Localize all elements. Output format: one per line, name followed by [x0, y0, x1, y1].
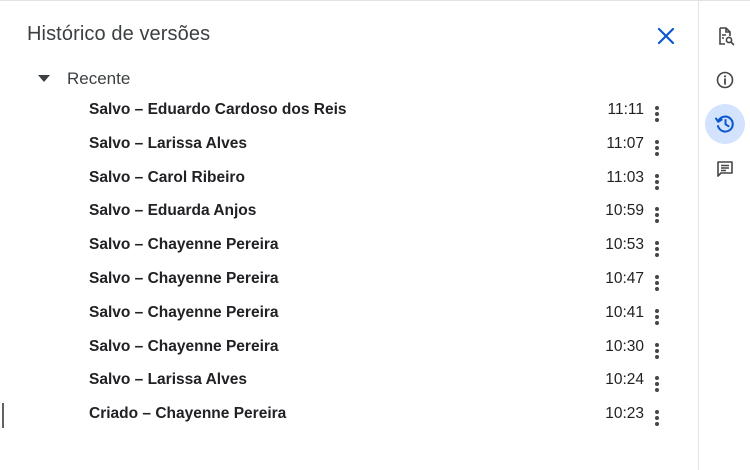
version-label: Salvo – Chayenne Pereira: [89, 269, 279, 287]
more-vert-icon[interactable]: [647, 171, 667, 193]
section-recent-toggle[interactable]: Recente: [35, 67, 130, 91]
more-vert-icon[interactable]: [647, 204, 667, 226]
document-search-icon: [719, 27, 735, 46]
version-label: Salvo – Larissa Alves: [89, 134, 247, 152]
more-vert-icon[interactable]: [647, 306, 667, 328]
right-sidebar: [698, 1, 750, 470]
version-label: Criado – Chayenne Pereira: [89, 405, 287, 423]
version-time: 11:11: [607, 101, 645, 118]
version-label: Salvo – Larissa Alves: [89, 371, 247, 389]
version-time: 10:59: [605, 202, 644, 220]
close-button[interactable]: [652, 22, 680, 50]
version-row[interactable]: Salvo – Chayenne Pereira 10:53: [0, 228, 698, 262]
version-row[interactable]: Salvo – Larissa Alves 11:07: [0, 127, 698, 161]
version-time: 10:30: [605, 337, 644, 355]
version-time: 11:07: [606, 134, 644, 152]
info-button[interactable]: [705, 60, 745, 100]
version-history-panel: Histórico de versões Recente Salvo – Edu…: [0, 1, 698, 470]
version-row[interactable]: Salvo – Chayenne Pereira 10:41: [0, 296, 698, 330]
version-label: Salvo – Carol Ribeiro: [89, 168, 245, 186]
version-label: Salvo – Chayenne Pereira: [89, 337, 279, 355]
version-history-button[interactable]: [705, 104, 745, 144]
version-time: 10:47: [605, 269, 644, 287]
version-row[interactable]: Criado – Chayenne Pereira 10:23: [0, 397, 698, 431]
version-label: Salvo – Chayenne Pereira: [89, 236, 279, 254]
version-row[interactable]: Salvo – Chayenne Pereira 10:30: [0, 330, 698, 364]
more-vert-icon[interactable]: [647, 340, 667, 362]
section-recent-label: Recente: [67, 69, 131, 88]
version-history-icon: [715, 115, 734, 133]
more-vert-icon[interactable]: [647, 407, 667, 429]
more-vert-icon[interactable]: [647, 373, 667, 395]
version-history-screen: Histórico de versões Recente Salvo – Edu…: [0, 0, 750, 470]
more-vert-icon[interactable]: [647, 272, 667, 294]
comments-button[interactable]: [705, 149, 745, 189]
version-label: Salvo – Eduarda Anjos: [89, 202, 257, 220]
version-row[interactable]: Salvo – Carol Ribeiro 11:03: [0, 161, 698, 195]
version-time: 11:03: [606, 168, 644, 186]
panel-title: Histórico de versões: [27, 23, 211, 45]
version-label: Salvo – Eduardo Cardoso dos Reis: [89, 101, 347, 118]
version-time: 10:41: [605, 303, 644, 321]
version-row[interactable]: Salvo – Eduardo Cardoso dos Reis 11:11: [0, 93, 698, 127]
info-icon: [716, 71, 734, 89]
version-list: Salvo – Eduardo Cardoso dos Reis 11:11 Sal…: [0, 93, 698, 431]
version-label: Salvo – Chayenne Pereira: [89, 303, 279, 321]
more-vert-icon[interactable]: [647, 137, 667, 159]
document-search-button[interactable]: [705, 16, 745, 56]
more-vert-icon[interactable]: [647, 238, 667, 260]
selection-marker: [2, 403, 4, 428]
version-time: 10:23: [605, 405, 644, 423]
version-time: 10:24: [605, 371, 644, 389]
caret-down-icon: [35, 70, 53, 88]
version-row[interactable]: Salvo – Chayenne Pereira 10:47: [0, 262, 698, 296]
version-row[interactable]: Salvo – Larissa Alves 10:24: [0, 363, 698, 397]
close-icon: [657, 27, 675, 45]
version-row[interactable]: Salvo – Eduarda Anjos 10:59: [0, 194, 698, 228]
comments-icon: [717, 161, 733, 177]
version-time: 10:53: [605, 236, 644, 254]
more-vert-icon[interactable]: [647, 103, 667, 125]
